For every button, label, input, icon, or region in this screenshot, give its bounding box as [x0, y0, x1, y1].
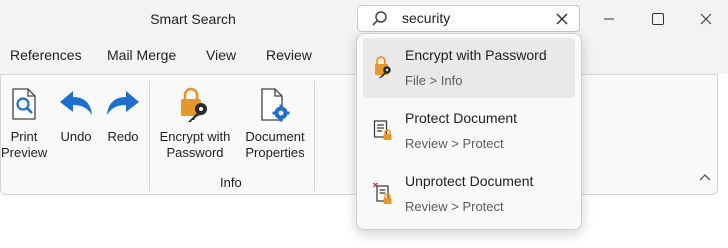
- menu-view[interactable]: View: [206, 47, 236, 63]
- document-unlock-icon: [373, 182, 393, 209]
- document-properties-label: Document Properties: [245, 129, 305, 160]
- undo-button[interactable]: Undo: [51, 75, 101, 171]
- result-title: Encrypt with Password: [405, 47, 547, 63]
- redo-label: Redo: [107, 129, 139, 144]
- search-result-item[interactable]: Encrypt with Password File > Info: [363, 38, 575, 98]
- result-title: Unprotect Document: [405, 173, 534, 189]
- redo-button[interactable]: Redo: [101, 75, 145, 171]
- close-window-button[interactable]: [691, 6, 721, 32]
- minimize-icon: [604, 18, 614, 20]
- collapse-ribbon-button[interactable]: [695, 167, 715, 187]
- print-preview-icon: [10, 87, 38, 126]
- search-box[interactable]: security: [357, 5, 580, 32]
- group-divider: [314, 81, 315, 191]
- undo-label: Undo: [60, 129, 92, 144]
- result-path: Review > Protect: [405, 136, 504, 151]
- maximize-icon: [652, 13, 664, 25]
- close-icon: [700, 13, 712, 25]
- print-preview-button[interactable]: Print Preview: [1, 75, 47, 171]
- encrypt-with-password-button[interactable]: Encrypt with Password: [153, 75, 237, 171]
- clear-search-icon[interactable]: [554, 11, 570, 27]
- group-divider: [149, 81, 150, 191]
- redo-arrow-icon: [105, 89, 141, 124]
- result-path: File > Info: [405, 73, 463, 88]
- search-result-item[interactable]: Unprotect Document Review > Protect: [363, 164, 575, 224]
- menu-review[interactable]: Review: [266, 47, 312, 63]
- search-input[interactable]: security: [402, 10, 450, 26]
- search-result-item[interactable]: Protect Document Review > Protect: [363, 101, 575, 161]
- window-title: Smart Search: [150, 11, 236, 27]
- encrypt-label: Encrypt with Password: [159, 129, 231, 160]
- chevron-up-icon: [699, 174, 711, 181]
- document-properties-button[interactable]: Document Properties: [237, 75, 313, 171]
- document-lock-icon: [373, 119, 393, 146]
- minimize-button[interactable]: [594, 6, 624, 32]
- search-results-dropdown: Encrypt with Password File > Info Protec…: [356, 33, 582, 230]
- lock-key-icon: [373, 56, 393, 83]
- print-preview-label: Print Preview: [1, 129, 48, 160]
- menu-mail-merge[interactable]: Mail Merge: [107, 47, 176, 63]
- document-gear-icon: [259, 87, 291, 128]
- result-path: Review > Protect: [405, 199, 504, 214]
- maximize-button[interactable]: [643, 6, 673, 32]
- result-title: Protect Document: [405, 110, 518, 126]
- group-label-info: Info: [220, 175, 242, 190]
- lock-key-icon: [177, 87, 213, 128]
- menu-references[interactable]: References: [10, 47, 82, 63]
- search-icon: [370, 10, 390, 33]
- undo-arrow-icon: [58, 89, 94, 124]
